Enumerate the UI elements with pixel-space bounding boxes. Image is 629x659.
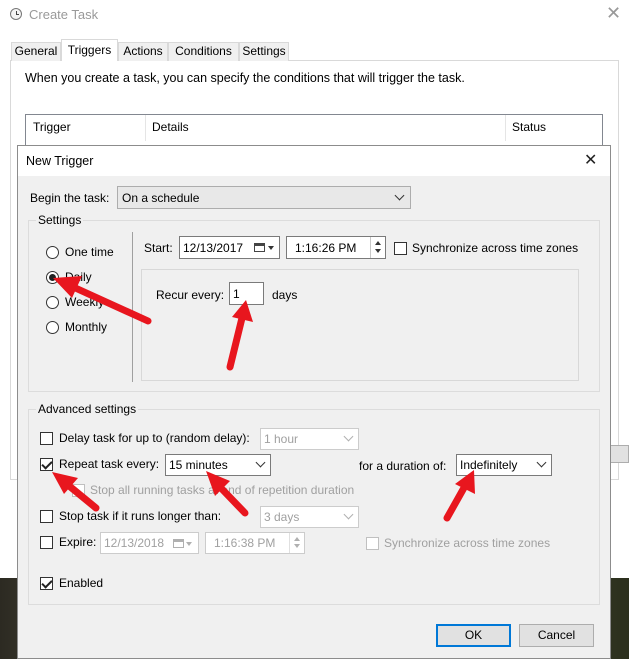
recur-panel (141, 269, 579, 381)
settings-divider (132, 232, 133, 382)
delay-checkbox[interactable] (40, 432, 53, 445)
calendar-icon[interactable] (173, 539, 184, 548)
chevron-down-icon (394, 190, 405, 201)
tab-triggers[interactable]: Triggers (61, 39, 118, 61)
advanced-settings-title: Advanced settings (36, 402, 139, 416)
tab-actions-label: Actions (123, 44, 163, 58)
time-spinner[interactable] (370, 237, 385, 258)
spin-up-icon[interactable] (294, 537, 300, 541)
repeat-value: 15 minutes (169, 458, 228, 472)
chevron-down-icon (255, 457, 266, 468)
stop-all-checkbox[interactable] (72, 484, 85, 497)
recur-input[interactable]: 1 (229, 282, 264, 305)
chevron-down-icon (343, 431, 354, 442)
duration-dropdown[interactable]: Indefinitely (456, 454, 552, 476)
radio-daily-label[interactable]: Daily (65, 270, 92, 284)
sync-timezones-checkbox[interactable] (394, 242, 407, 255)
start-label: Start: (144, 241, 173, 255)
tab-actions[interactable]: Actions (118, 42, 168, 61)
begin-task-dropdown[interactable]: On a schedule (117, 186, 411, 209)
radio-weekly-label[interactable]: Weekly (65, 295, 104, 309)
start-date-value: 12/13/2017 (183, 241, 244, 255)
recur-value: 1 (233, 287, 240, 301)
settings-title: Settings (36, 213, 84, 227)
tab-conditions[interactable]: Conditions (168, 42, 239, 61)
expire-label[interactable]: Expire: (59, 535, 96, 549)
radio-weekly[interactable] (46, 296, 59, 309)
delay-value: 1 hour (264, 432, 299, 446)
repeat-label[interactable]: Repeat task every: (59, 457, 159, 471)
new-trigger-dialog: New Trigger ✕ Begin the task: On a sched… (17, 145, 611, 659)
radio-one-time[interactable] (46, 246, 59, 259)
begin-task-label: Begin the task: (30, 191, 110, 205)
begin-task-value: On a schedule (122, 191, 200, 205)
repeat-dropdown[interactable]: 15 minutes (165, 454, 271, 476)
radio-monthly[interactable] (46, 321, 59, 334)
radio-monthly-label[interactable]: Monthly (65, 320, 107, 334)
stop-long-checkbox[interactable] (40, 510, 53, 523)
clock-icon (10, 8, 22, 20)
dialog-titlebar: New Trigger ✕ (18, 146, 610, 176)
tab-triggers-label: Triggers (67, 43, 112, 57)
stop-long-dropdown[interactable]: 3 days (260, 506, 359, 528)
start-time-picker[interactable]: 1:16:26 PM (286, 236, 386, 259)
expire-sync-label[interactable]: Synchronize across time zones (384, 536, 550, 550)
chevron-down-icon[interactable] (268, 246, 274, 250)
column-trigger[interactable]: Trigger (33, 120, 71, 134)
stop-all-label[interactable]: Stop all running tasks at end of repetit… (90, 483, 354, 497)
chevron-down-icon (536, 457, 547, 468)
tab-conditions-label: Conditions (175, 44, 232, 58)
tab-settings-label: Settings (242, 44, 286, 58)
dialog-close-icon[interactable]: ✕ (584, 150, 597, 170)
expire-date-picker[interactable]: 12/13/2018 (100, 532, 199, 554)
enabled-label[interactable]: Enabled (59, 576, 103, 590)
tab-general[interactable]: General (11, 42, 61, 61)
repeat-checkbox[interactable] (40, 458, 53, 471)
triggers-description: When you create a task, you can specify … (25, 71, 465, 85)
duration-value: Indefinitely (460, 458, 518, 472)
stop-long-label[interactable]: Stop task if it runs longer than: (59, 509, 221, 523)
ok-button[interactable]: OK (436, 624, 511, 647)
window-title: Create Task (29, 7, 99, 22)
chevron-down-icon[interactable] (186, 542, 192, 546)
delay-dropdown[interactable]: 1 hour (260, 428, 359, 450)
radio-daily[interactable] (46, 271, 59, 284)
stop-long-value: 3 days (264, 510, 300, 524)
delay-label[interactable]: Delay task for up to (random delay): (59, 431, 250, 445)
spin-down-icon[interactable] (375, 249, 381, 253)
start-date-picker[interactable]: 12/13/2017 (179, 236, 280, 259)
radio-one-time-label[interactable]: One time (65, 245, 114, 259)
sync-timezones-label[interactable]: Synchronize across time zones (412, 241, 578, 255)
duration-label: for a duration of: (359, 459, 447, 473)
tab-general-label: General (14, 44, 58, 58)
column-details[interactable]: Details (152, 120, 189, 134)
ok-button-label: OK (464, 628, 483, 642)
tab-settings[interactable]: Settings (239, 42, 289, 61)
spin-down-icon[interactable] (294, 544, 300, 548)
recur-label: Recur every: (156, 288, 225, 302)
cancel-button-label: Cancel (537, 628, 576, 642)
spin-up-icon[interactable] (375, 241, 381, 245)
close-icon[interactable]: ✕ (606, 3, 621, 24)
chevron-down-icon (343, 509, 354, 520)
dialog-title: New Trigger (26, 154, 94, 168)
enabled-checkbox[interactable] (40, 577, 53, 590)
expire-date-value: 12/13/2018 (104, 536, 165, 550)
start-time-value: 1:16:26 PM (295, 241, 357, 255)
expire-sync-checkbox[interactable] (366, 537, 379, 550)
recur-unit: days (272, 288, 298, 302)
expire-time-value: 1:16:38 PM (214, 536, 276, 550)
time-spinner[interactable] (289, 533, 304, 553)
column-status[interactable]: Status (512, 120, 546, 134)
calendar-icon[interactable] (254, 243, 265, 252)
expire-time-picker[interactable]: 1:16:38 PM (205, 532, 305, 554)
cancel-button[interactable]: Cancel (519, 624, 594, 647)
expire-checkbox[interactable] (40, 536, 53, 549)
